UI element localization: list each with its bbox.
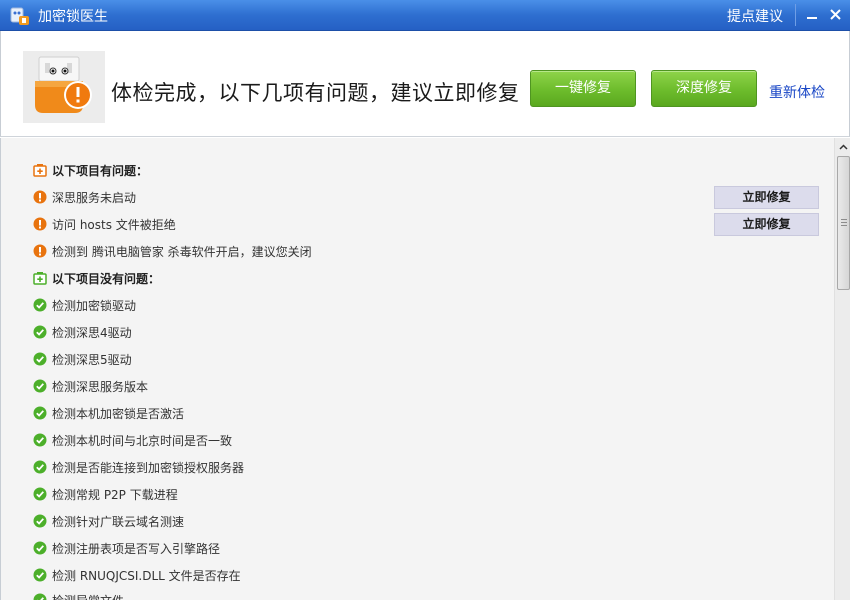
ok-item-label: 检测 RNUQJCSI.DLL 文件是否存在 xyxy=(52,568,241,583)
ok-item-label: 检测是否能连接到加密锁授权服务器 xyxy=(52,460,245,475)
ok-item-label: 检测本机加密锁是否激活 xyxy=(52,406,185,421)
title-separator xyxy=(795,4,796,26)
ok-item-label: 检测注册表项是否写入引擎路径 xyxy=(52,541,221,556)
ok-item: 检测本机时间与北京时间是否一致 xyxy=(33,430,232,450)
scroll-up-arrow-icon[interactable] xyxy=(836,140,850,155)
ok-item: 检测异常文件 xyxy=(33,590,124,600)
scrollbar-thumb[interactable] xyxy=(837,156,850,290)
thumb-grip xyxy=(841,219,847,220)
ok-item-label: 检测异常文件 xyxy=(52,592,124,600)
kit-green-icon xyxy=(33,272,47,285)
ok-item: 检测常规 P2P 下载进程 xyxy=(33,484,178,504)
problem-item: 深思服务未启动 xyxy=(33,187,136,207)
ok-item: 检测加密锁驱动 xyxy=(33,295,136,315)
ok-item: 检测是否能连接到加密锁授权服务器 xyxy=(33,457,244,477)
warning-icon xyxy=(33,244,47,258)
fix-now-button[interactable]: 立即修复 xyxy=(714,213,819,236)
thumb-grip xyxy=(841,225,847,226)
problem-item-label: 访问 hosts 文件被拒绝 xyxy=(52,217,176,232)
minimize-icon[interactable] xyxy=(800,2,824,26)
problem-item: 访问 hosts 文件被拒绝 xyxy=(33,214,176,234)
ok-item-label: 检测常规 P2P 下载进程 xyxy=(52,487,178,502)
thumb-grip xyxy=(841,222,847,223)
problem-item-label: 深思服务未启动 xyxy=(52,190,137,205)
warning-icon xyxy=(33,217,47,231)
check-icon xyxy=(33,593,47,600)
check-icon xyxy=(33,352,47,366)
ok-item: 检测本机加密锁是否激活 xyxy=(33,403,184,423)
title-bar: 加密锁医生 提点建议 xyxy=(0,0,850,31)
ok-item: 检测 RNUQJCSI.DLL 文件是否存在 xyxy=(33,565,241,585)
check-icon xyxy=(33,379,47,393)
ok-item: 检测深思5驱动 xyxy=(33,349,132,369)
recheck-link[interactable]: 重新体检 xyxy=(769,82,825,102)
check-icon xyxy=(33,298,47,312)
problems-heading: 以下项目有问题： xyxy=(33,160,148,180)
result-header: 体检完成，以下几项有问题，建议立即修复 一键修复 深度修复 重新体检 xyxy=(0,31,850,137)
ok-item: 检测深思4驱动 xyxy=(33,322,132,342)
kit-orange-icon xyxy=(33,164,47,177)
ok-item: 检测注册表项是否写入引擎路径 xyxy=(33,538,220,558)
fix-now-button[interactable]: 立即修复 xyxy=(714,186,819,209)
headline: 体检完成，以下几项有问题，建议立即修复 xyxy=(111,81,520,105)
ok-item-label: 检测深思4驱动 xyxy=(52,325,132,340)
ok-item: 检测深思服务版本 xyxy=(33,376,148,396)
ok-heading-label: 以下项目没有问题： xyxy=(52,271,161,286)
check-icon xyxy=(33,433,47,447)
ok-item: 检测针对广联云域名测速 xyxy=(33,511,184,531)
check-icon xyxy=(33,541,47,555)
problem-item-label: 检测到 腾讯电脑管家 杀毒软件开启，建议您关闭 xyxy=(52,244,312,259)
result-list: 以下项目有问题： 深思服务未启动 立即修复 访问 hosts 文件被拒绝 立即修… xyxy=(0,138,850,600)
usb-key-warning-illustration xyxy=(23,51,105,123)
ok-item-label: 检测深思服务版本 xyxy=(52,379,149,394)
warning-icon xyxy=(33,190,47,204)
ok-item-label: 检测本机时间与北京时间是否一致 xyxy=(52,433,233,448)
app-title: 加密锁医生 xyxy=(38,9,108,25)
close-icon[interactable] xyxy=(824,2,848,26)
suggest-link[interactable]: 提点建议 xyxy=(727,6,783,26)
problem-item: 检测到 腾讯电脑管家 杀毒软件开启，建议您关闭 xyxy=(33,241,312,261)
check-icon xyxy=(33,514,47,528)
ok-item-label: 检测深思5驱动 xyxy=(52,352,132,367)
check-icon xyxy=(33,325,47,339)
check-icon xyxy=(33,487,47,501)
check-icon xyxy=(33,460,47,474)
app-logo-icon xyxy=(10,7,29,25)
ok-item-label: 检测针对广联云域名测速 xyxy=(52,514,185,529)
deep-fix-button[interactable]: 深度修复 xyxy=(651,70,757,107)
ok-item-label: 检测加密锁驱动 xyxy=(52,298,137,313)
vertical-scrollbar[interactable] xyxy=(834,138,850,600)
problems-heading-label: 以下项目有问题： xyxy=(52,163,149,178)
check-icon xyxy=(33,568,47,582)
usb-key-warning-icon xyxy=(35,56,92,113)
check-icon xyxy=(33,406,47,420)
ok-heading: 以下项目没有问题： xyxy=(33,268,160,288)
quick-fix-button[interactable]: 一键修复 xyxy=(530,70,636,107)
